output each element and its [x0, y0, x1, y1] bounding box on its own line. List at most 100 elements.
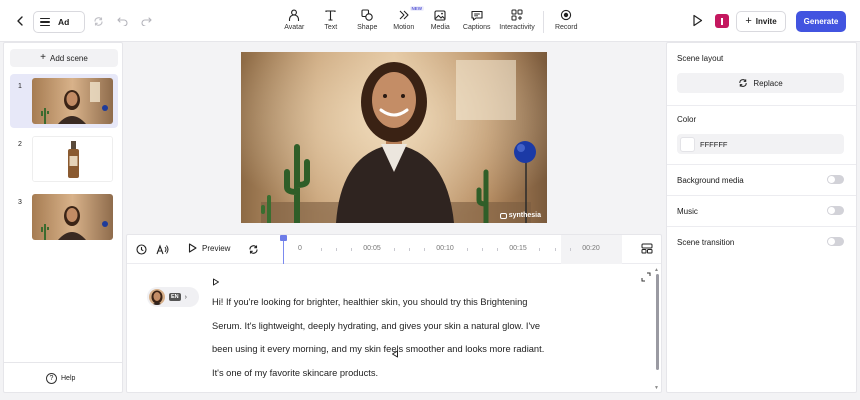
- background-color-field[interactable]: FFFFFF: [677, 134, 844, 154]
- script-text[interactable]: Hi! If you're looking for brighter, heal…: [212, 291, 592, 386]
- background-media-label: Background media: [677, 176, 744, 185]
- scene-thumbnail: [32, 194, 113, 240]
- chevron-right-icon: ›: [184, 293, 187, 301]
- sync-button[interactable]: [90, 13, 106, 29]
- tick-label: 00:10: [436, 245, 454, 252]
- play-button[interactable]: [692, 14, 704, 28]
- add-scene-button[interactable]: + Add scene: [10, 49, 118, 67]
- insert-toolbar: Avatar Text Shape NEW Motion Media Capti…: [276, 6, 585, 33]
- expand-button[interactable]: [641, 272, 651, 282]
- scroll-down-arrow[interactable]: ▼: [654, 385, 659, 391]
- tool-avatar[interactable]: Avatar: [276, 7, 313, 33]
- tick-label: 00:05: [363, 245, 381, 252]
- scrollbar[interactable]: [656, 274, 659, 370]
- help-icon: ?: [46, 373, 57, 384]
- loop-button[interactable]: [247, 243, 260, 256]
- scene-thumbnail: [32, 78, 113, 124]
- back-button[interactable]: [12, 12, 28, 30]
- tool-record[interactable]: Record: [548, 7, 585, 33]
- scene-layout-heading: Scene layout: [677, 54, 724, 63]
- tick-label: 00:20: [582, 245, 600, 252]
- media-icon: [434, 9, 446, 21]
- record-icon: [561, 9, 572, 21]
- undo-icon: [116, 17, 127, 26]
- tool-interactivity[interactable]: Interactivity: [495, 7, 539, 33]
- plus-icon: +: [745, 15, 752, 27]
- scene-item-2[interactable]: 2: [10, 132, 118, 186]
- hamburger-menu-icon: [40, 18, 50, 26]
- shape-icon: [361, 9, 374, 21]
- scene-item-3[interactable]: 3: [10, 190, 118, 244]
- layout-icon: [641, 243, 653, 254]
- help-button[interactable]: ? Help: [46, 373, 75, 384]
- avatar: [149, 289, 165, 305]
- tool-captions[interactable]: Captions: [459, 7, 496, 33]
- script-line: been using it every morning, and my skin…: [212, 344, 545, 355]
- color-value: FFFFFF: [700, 139, 728, 149]
- music-toggle[interactable]: [827, 206, 844, 215]
- invite-button[interactable]: + Invite: [736, 11, 786, 32]
- play-icon: [693, 14, 703, 27]
- scene-canvas[interactable]: synthesia: [241, 52, 547, 223]
- tool-shape[interactable]: Shape: [349, 7, 386, 33]
- timer-button[interactable]: [135, 243, 148, 256]
- color-heading: Color: [677, 115, 697, 124]
- scroll-up-arrow[interactable]: ▲: [654, 267, 659, 273]
- scene-transition-label: Scene transition: [677, 238, 735, 247]
- replace-layout-button[interactable]: Replace: [677, 73, 844, 93]
- pronunciation-icon: [156, 244, 169, 255]
- color-swatch[interactable]: [680, 136, 695, 152]
- scene-transition-toggle[interactable]: [827, 237, 844, 246]
- play-icon: [188, 243, 197, 253]
- watermark: synthesia: [499, 212, 541, 219]
- tool-text[interactable]: Text: [313, 7, 350, 33]
- playhead[interactable]: [280, 235, 287, 264]
- tool-motion[interactable]: NEW Motion: [386, 6, 424, 33]
- synthesia-logo-icon: [499, 212, 507, 219]
- timeline-bar: Preview 0 00:05 00:10 00:15 00:20: [127, 235, 661, 264]
- toolbar-divider: [543, 11, 544, 33]
- tick-label: 00:15: [509, 245, 527, 252]
- captions-icon: [471, 10, 483, 21]
- script-editor-panel: Preview 0 00:05 00:10 00:15 00:20 EN › H…: [126, 234, 662, 393]
- text-icon: [325, 9, 336, 21]
- user-avatar[interactable]: [715, 14, 729, 28]
- divider: [4, 362, 122, 363]
- avatar-video-frame: [241, 52, 547, 223]
- pause-marker-icon[interactable]: [391, 350, 399, 360]
- top-toolbar: Ad Avatar Text Shape NEW Motion Media Ca…: [0, 0, 860, 42]
- redo-icon: [141, 17, 152, 26]
- loop-icon: [249, 245, 258, 254]
- pause-marker-icon[interactable]: [212, 278, 220, 288]
- script-line: It's one of my favorite skincare product…: [212, 368, 379, 379]
- background-media-toggle[interactable]: [827, 175, 844, 184]
- redo-button[interactable]: [138, 13, 154, 29]
- voice-selector[interactable]: EN ›: [147, 287, 199, 307]
- replace-icon: [739, 79, 747, 87]
- project-name: Ad: [58, 17, 70, 27]
- project-menu-button[interactable]: Ad: [33, 11, 85, 33]
- layout-toggle-button[interactable]: [641, 243, 654, 256]
- expand-icon: [641, 272, 651, 282]
- script-line: Hi! If you're looking for brighter, heal…: [212, 297, 528, 307]
- sync-icon: [93, 16, 103, 26]
- motion-icon: [399, 10, 409, 20]
- preview-button[interactable]: Preview: [188, 243, 230, 253]
- undo-button[interactable]: [114, 13, 130, 29]
- properties-panel: Scene layout Replace Color FFFFFF Backgr…: [666, 42, 857, 393]
- tick-label: 0: [298, 245, 302, 252]
- tool-media[interactable]: Media: [422, 7, 459, 33]
- generate-button[interactable]: Generate: [796, 11, 846, 32]
- pronunciation-button[interactable]: [156, 243, 169, 256]
- scene-thumbnail: [32, 136, 113, 182]
- music-label: Music: [677, 207, 698, 216]
- interactivity-icon: [511, 9, 523, 21]
- clock-icon: [136, 244, 147, 255]
- scenes-panel: + Add scene 1 2 3 ? Help: [3, 42, 123, 393]
- script-line: Serum. It's lightweight, deeply hydratin…: [212, 320, 541, 331]
- plus-icon: +: [40, 52, 47, 63]
- language-badge: EN: [169, 293, 181, 301]
- timeline-ruler[interactable]: 0 00:05 00:10 00:15 00:20: [277, 235, 622, 264]
- chevron-left-icon: [17, 16, 23, 26]
- scene-item-1[interactable]: 1: [10, 74, 118, 128]
